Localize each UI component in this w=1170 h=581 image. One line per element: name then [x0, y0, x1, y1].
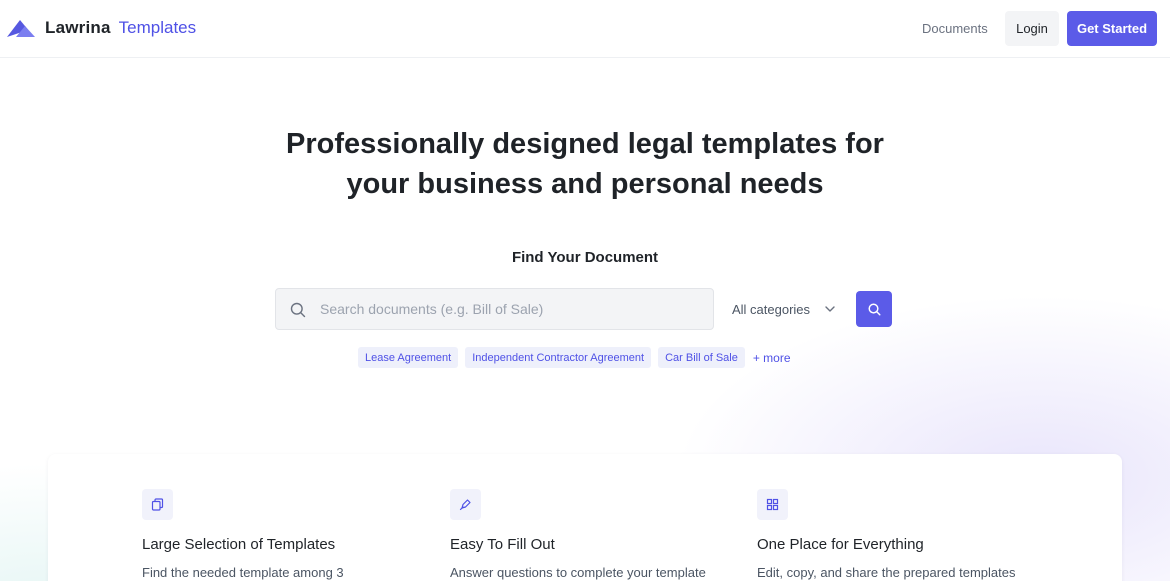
logo-icon — [7, 20, 35, 37]
tag-lease-agreement[interactable]: Lease Agreement — [358, 347, 459, 368]
more-tags-link[interactable]: + more — [753, 351, 791, 365]
feature-description: Find the needed template among 3 — [142, 565, 344, 580]
search-icon — [867, 302, 881, 316]
hero-title-line-1: Professionally designed legal templates … — [286, 128, 884, 160]
brand-name: Lawrina — [45, 18, 111, 37]
tag-car-bill-of-sale[interactable]: Car Bill of Sale — [658, 347, 745, 368]
search-input[interactable] — [320, 297, 700, 321]
hero-title-line-2: your business and personal needs — [346, 168, 824, 200]
feature-title: Easy To Fill Out — [450, 536, 555, 553]
features-card: Large Selection of Templates Find the ne… — [48, 454, 1122, 581]
feature-title: Large Selection of Templates — [142, 536, 336, 553]
tag-independent-contractor-agreement[interactable]: Independent Contractor Agreement — [465, 347, 652, 368]
top-header: Lawrina Templates Documents Login Get St… — [0, 0, 1170, 58]
search-icon — [290, 302, 306, 323]
find-document-label: Find Your Document — [511, 249, 659, 266]
search-button[interactable] — [856, 291, 892, 327]
chevron-down-icon — [824, 303, 836, 318]
copy-icon — [142, 489, 173, 520]
search-box[interactable] — [275, 288, 714, 330]
get-started-button[interactable]: Get Started — [1067, 11, 1157, 46]
feature-title: One Place for Everything — [757, 536, 924, 553]
popular-tags: Lease Agreement Independent Contractor A… — [358, 347, 791, 368]
feature-description: Edit, copy, and share the prepared templ… — [757, 565, 1016, 580]
feature-description: Answer questions to complete your templa… — [450, 565, 706, 580]
brand-logo[interactable]: Lawrina Templates — [7, 18, 196, 38]
pen-icon — [450, 489, 481, 520]
hero-title: Professionally designed legal templates … — [235, 124, 935, 204]
grid-icon — [757, 489, 788, 520]
category-select[interactable]: All categories — [716, 290, 852, 328]
login-button[interactable]: Login — [1005, 11, 1059, 46]
category-select-value: All categories — [732, 302, 811, 317]
nav-documents-link[interactable]: Documents — [922, 21, 988, 36]
brand-subtitle: Templates — [118, 18, 197, 37]
